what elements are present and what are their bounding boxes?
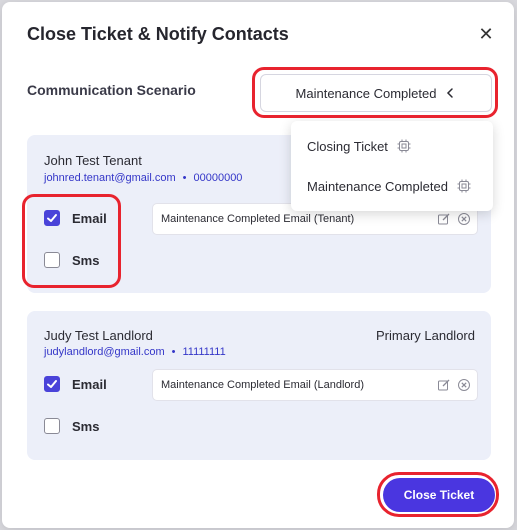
edit-icon[interactable] — [437, 212, 451, 226]
contact-card-landlord: Judy Test Landlord Primary Landlord judy… — [27, 311, 491, 460]
contact-phone[interactable]: 00000000 — [193, 172, 242, 184]
contact-name: Judy Test Landlord — [44, 328, 153, 343]
modal-title: Close Ticket & Notify Contacts — [27, 24, 289, 44]
contact-phone[interactable]: 11111111 — [182, 346, 225, 358]
sms-checkbox-label: Sms — [72, 253, 100, 268]
email-checkbox[interactable] — [44, 376, 60, 392]
remove-icon[interactable] — [457, 378, 471, 392]
scenario-selected-value: Maintenance Completed — [295, 85, 437, 101]
contact-email[interactable]: judylandlord@gmail.com — [44, 346, 165, 358]
close-ticket-button[interactable]: Close Ticket — [383, 478, 495, 512]
remove-icon[interactable] — [457, 212, 471, 226]
edit-icon[interactable] — [437, 378, 451, 392]
email-checkbox-label: Email — [72, 377, 107, 392]
option-label: Closing Ticket — [307, 138, 388, 154]
email-checkbox[interactable] — [44, 210, 60, 226]
check-icon — [47, 214, 57, 222]
close-icon[interactable]: ✕ — [477, 25, 495, 43]
scenario-dropdown-menu: Closing Ticket Maintenance Completed — [291, 121, 493, 211]
close-ticket-modal: Close Ticket & Notify Contacts ✕ Communi… — [2, 2, 514, 528]
email-checkbox-label: Email — [72, 211, 107, 226]
contact-role: Primary Landlord — [376, 328, 475, 343]
check-icon — [47, 380, 57, 388]
scenario-label: Communication Scenario — [27, 82, 196, 98]
option-label: Maintenance Completed — [307, 178, 448, 194]
chip-icon — [457, 179, 471, 193]
contact-details: johnred.tenant@gmail.com • 00000000 — [44, 172, 242, 184]
contact-details: judylandlord@gmail.com • 11111111 — [44, 346, 226, 358]
dropdown-option-maintenance-completed[interactable]: Maintenance Completed — [307, 178, 472, 194]
chevron-left-icon — [447, 88, 454, 98]
contact-separator: • — [171, 346, 176, 358]
contact-email[interactable]: johnred.tenant@gmail.com — [44, 172, 176, 184]
sms-checkbox-label: Sms — [72, 419, 100, 434]
contact-name: John Test Tenant — [44, 153, 142, 168]
chip-icon — [397, 139, 411, 153]
dropdown-option-closing-ticket[interactable]: Closing Ticket — [307, 138, 412, 154]
email-template-field[interactable]: Maintenance Completed Email (Landlord) — [152, 369, 478, 401]
sms-checkbox[interactable] — [44, 418, 60, 434]
email-template-value: Maintenance Completed Email (Landlord) — [161, 379, 364, 391]
contact-separator: • — [182, 172, 187, 184]
sms-checkbox[interactable] — [44, 252, 60, 268]
email-template-value: Maintenance Completed Email (Tenant) — [161, 213, 355, 225]
scenario-select[interactable]: Maintenance Completed — [260, 74, 492, 112]
